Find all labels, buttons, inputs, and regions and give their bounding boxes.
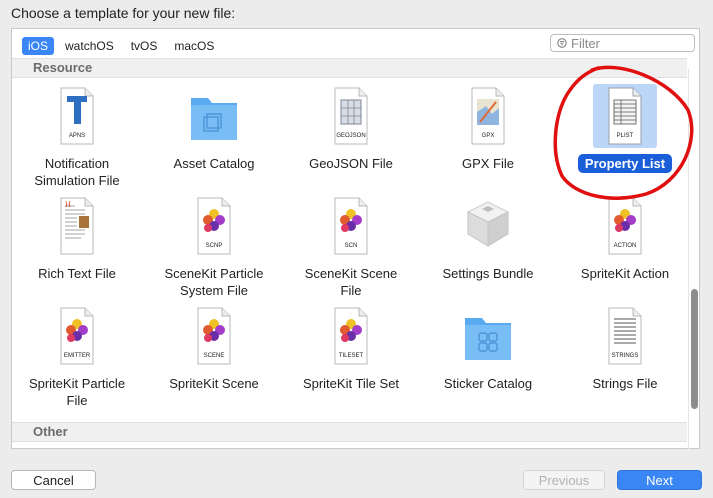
apns-icon: APNS	[45, 84, 109, 148]
section-header-resource: Resource	[12, 58, 687, 78]
vertical-scrollbar[interactable]	[688, 69, 700, 449]
template-label: Property List	[560, 154, 690, 173]
tab-tvos[interactable]: tvOS	[125, 37, 164, 55]
folder-icon	[182, 84, 246, 148]
template-sticker-catalog[interactable]: Sticker Catalog	[423, 299, 553, 403]
template-label: SpriteKit Particle File	[28, 376, 126, 408]
template-label: GPX File	[461, 156, 514, 171]
scn-icon: SCN	[319, 194, 383, 258]
template-gpx-file[interactable]: GPX GPX File	[423, 79, 553, 183]
template-label: Sticker Catalog	[443, 376, 533, 391]
tileset-icon: TILESET	[319, 304, 383, 368]
template-strings-file[interactable]: STRINGS Strings File	[560, 299, 690, 403]
svg-text:H: H	[65, 200, 71, 209]
section-header-other: Other	[12, 422, 687, 442]
template-spritekit-action[interactable]: ACTION SpriteKit Action	[560, 189, 690, 293]
template-label: Rich Text File	[38, 266, 116, 281]
template-rich-text-file[interactable]: H Rich Text File	[12, 189, 142, 293]
platform-tab-bar: iOS watchOS tvOS macOS	[22, 37, 225, 55]
scrollbar-thumb[interactable]	[691, 289, 698, 409]
plist-caption: PLIST	[617, 133, 634, 139]
template-label: Settings Bundle	[442, 266, 534, 281]
gpx-icon: GPX	[456, 84, 520, 148]
scnp-icon: SCNP	[182, 194, 246, 258]
gpx-caption: GPX	[482, 133, 495, 139]
scn-caption: SCN	[345, 243, 358, 249]
scene-caption: SCENE	[204, 353, 225, 359]
filter-input[interactable]	[571, 35, 691, 51]
template-property-list[interactable]: PLIST Property List	[560, 79, 690, 183]
template-label: Notification Simulation File	[34, 156, 120, 188]
filter-field[interactable]	[550, 34, 695, 52]
template-spritekit-tile-set[interactable]: TILESET SpriteKit Tile Set	[286, 299, 416, 403]
next-button[interactable]: Next	[617, 470, 702, 490]
filter-icon	[557, 38, 567, 48]
plist-icon: PLIST	[593, 84, 657, 148]
scene-icon: SCENE	[182, 304, 246, 368]
tab-macos[interactable]: macOS	[168, 37, 220, 55]
template-scenekit-particle-system-file[interactable]: SCNP SceneKit Particle System File	[149, 189, 279, 298]
scnp-caption: SCNP	[206, 243, 223, 249]
template-settings-bundle[interactable]: Settings Bundle	[423, 189, 553, 293]
template-label: Strings File	[592, 376, 658, 391]
settings-bundle-icon	[456, 194, 520, 258]
template-label: SpriteKit Tile Set	[302, 376, 400, 391]
template-label: SceneKit Particle System File	[164, 266, 264, 298]
template-label: Asset Catalog	[173, 156, 255, 171]
template-geojson-file[interactable]: GEOJSON GeoJSON File	[286, 79, 416, 183]
sticker-folder-icon	[456, 304, 520, 368]
action-caption: ACTION	[614, 243, 637, 249]
template-label: SpriteKit Action	[580, 266, 670, 281]
apns-caption: APNS	[69, 133, 85, 139]
template-asset-catalog[interactable]: Asset Catalog	[149, 79, 279, 183]
template-notification-simulation-file[interactable]: APNS Notification Simulation File	[12, 79, 142, 188]
dialog-prompt: Choose a template for your new file:	[11, 5, 236, 21]
template-spritekit-scene[interactable]: SCENE SpriteKit Scene	[149, 299, 279, 403]
emitter-caption: EMITTER	[64, 353, 91, 359]
geojson-caption: GEOJSON	[336, 133, 365, 139]
action-icon: ACTION	[593, 194, 657, 258]
template-label: SpriteKit Scene	[169, 376, 259, 391]
previous-button[interactable]: Previous	[523, 470, 605, 490]
geojson-icon: GEOJSON	[319, 84, 383, 148]
tab-ios[interactable]: iOS	[22, 37, 55, 55]
strings-icon: STRINGS	[593, 304, 657, 368]
tab-watchos[interactable]: watchOS	[59, 37, 120, 55]
tileset-caption: TILESET	[339, 353, 364, 359]
emitter-icon: EMITTER	[45, 304, 109, 368]
strings-caption: STRINGS	[612, 353, 639, 359]
template-grid: APNS Notification Simulation File Asset …	[12, 79, 687, 439]
rich-text-icon: H	[45, 194, 109, 258]
template-label: GeoJSON File	[309, 156, 393, 171]
template-scenekit-scene-file[interactable]: SCN SceneKit Scene File	[286, 189, 416, 298]
template-label: SceneKit Scene File	[304, 266, 398, 298]
template-spritekit-particle-file[interactable]: EMITTER SpriteKit Particle File	[12, 299, 142, 408]
template-panel: iOS watchOS tvOS macOS Resource	[11, 28, 700, 449]
cancel-button[interactable]: Cancel	[11, 470, 96, 490]
